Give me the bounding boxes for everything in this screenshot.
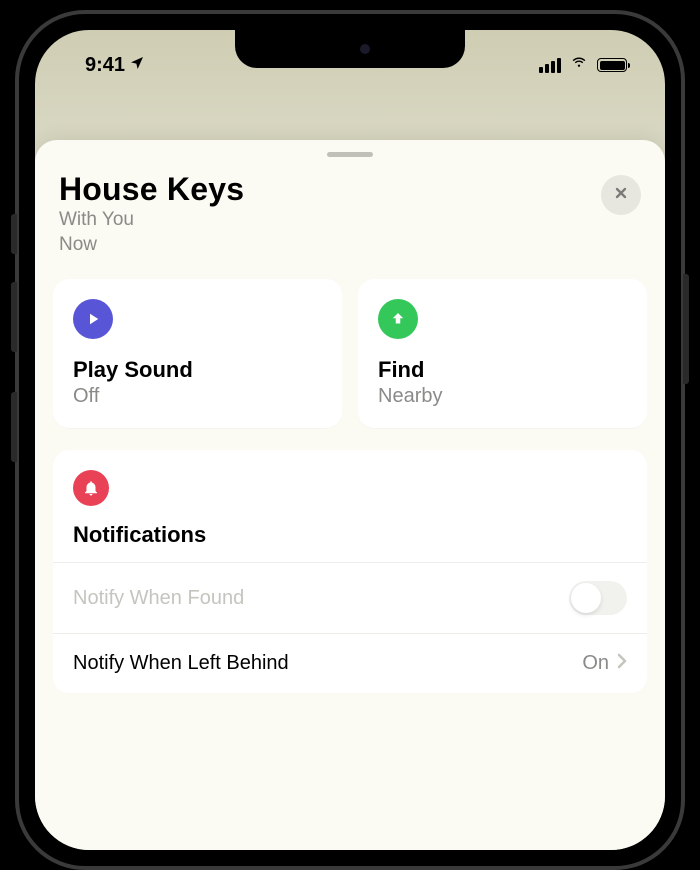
item-sheet: House Keys With You Now Play Sound Off: [35, 140, 665, 850]
find-card[interactable]: Find Nearby: [358, 279, 647, 428]
cellular-icon: [539, 58, 561, 73]
arrow-up-icon: [378, 299, 418, 339]
notify-when-found-row: Notify When Found: [53, 562, 647, 633]
battery-icon: [597, 58, 627, 72]
close-icon: [613, 185, 629, 206]
location-icon: [129, 55, 145, 76]
phone-screen: 9:41 House Keys: [35, 30, 665, 850]
notify-left-behind-row[interactable]: Notify When Left Behind On: [53, 633, 647, 693]
notch: [235, 30, 465, 68]
item-time-status: Now: [59, 233, 244, 258]
play-sound-card[interactable]: Play Sound Off: [53, 279, 342, 428]
side-button-right: [683, 274, 689, 384]
play-sound-title: Play Sound: [73, 357, 322, 383]
sheet-header: House Keys With You Now: [53, 171, 647, 257]
bell-icon: [73, 470, 109, 506]
notify-left-behind-value: On: [582, 652, 609, 675]
find-title: Find: [378, 357, 627, 383]
notify-left-behind-label: Notify When Left Behind: [73, 652, 289, 675]
phone-frame: 9:41 House Keys: [15, 10, 685, 870]
find-status: Nearby: [378, 385, 627, 408]
sheet-grabber[interactable]: [327, 152, 373, 157]
notify-when-found-toggle: [569, 581, 627, 615]
chevron-right-icon: [617, 652, 627, 675]
wifi-icon: [568, 53, 590, 77]
item-location-status: With You: [59, 208, 244, 233]
play-icon: [73, 299, 113, 339]
item-title: House Keys: [59, 171, 244, 208]
play-sound-status: Off: [73, 385, 322, 408]
notifications-title: Notifications: [73, 522, 627, 548]
status-time: 9:41: [85, 54, 125, 77]
notifications-card: Notifications Notify When Found Notify W…: [53, 450, 647, 693]
close-button[interactable]: [601, 175, 641, 215]
side-buttons-left: [11, 214, 17, 502]
notify-when-found-label: Notify When Found: [73, 587, 244, 610]
